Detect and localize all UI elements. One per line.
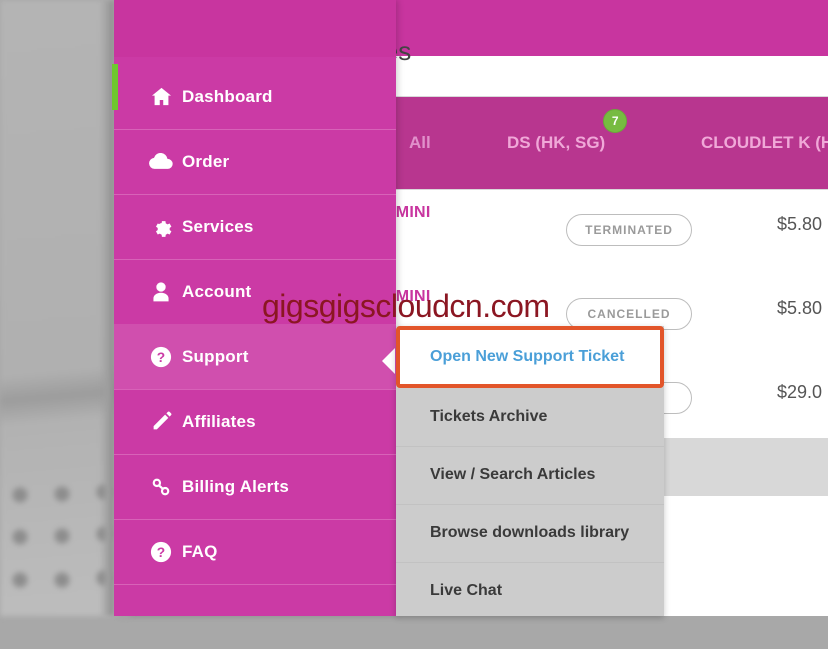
sidebar-item-support-label: Support: [182, 346, 249, 366]
sidebar-item-services-label: Services: [182, 216, 254, 236]
support-submenu-caret-icon: [382, 348, 395, 374]
sidebar-item-services[interactable]: Services: [114, 194, 396, 260]
menu-item-view-search-articles[interactable]: View / Search Articles: [396, 446, 664, 505]
tab-cloudlet-k-hk-pccw[interactable]: CLOUDLET K (HK PCCW) 3: [701, 133, 828, 153]
sidebar-header: [114, 0, 396, 57]
svg-text:?: ?: [157, 350, 165, 365]
user-icon: [140, 281, 182, 302]
sidebar-item-support[interactable]: ? Support: [114, 324, 396, 390]
help-icon: ?: [140, 346, 182, 368]
menu-item-browse-downloads-library[interactable]: Browse downloads library: [396, 504, 664, 563]
sidebar-item-dashboard[interactable]: Dashboard: [114, 64, 396, 130]
service-price: $29.0: [776, 382, 822, 402]
pencil-icon: [140, 411, 182, 432]
panel-placeholder-bottom: [640, 500, 828, 552]
cloud-icon: [140, 153, 182, 170]
home-icon: [140, 87, 182, 106]
panel-placeholder-top: [640, 438, 828, 496]
tab-cloudlet-k-label: CLOUDLET K (HK PCCW): [701, 133, 828, 152]
sidebar-item-faq-label: FAQ: [182, 541, 218, 561]
menu-item-tickets-archive[interactable]: Tickets Archive: [396, 388, 664, 447]
status-badge: TERMINATED: [566, 214, 692, 246]
menu-item-live-chat-label: Live Chat: [430, 582, 503, 599]
menu-item-tickets-archive-label: Tickets Archive: [430, 408, 548, 425]
sidebar-item-billing-alerts[interactable]: Billing Alerts: [114, 454, 396, 520]
sidebar-item-extra[interactable]: [114, 584, 396, 649]
svg-text:?: ?: [157, 545, 165, 560]
sidebar-item-affiliates-label: Affiliates: [182, 411, 256, 431]
sidebar-item-dashboard-label: Dashboard: [182, 86, 273, 106]
sidebar-item-account-label: Account: [182, 281, 252, 301]
sidebar-item-billing-alerts-label: Billing Alerts: [182, 476, 290, 496]
tab-all[interactable]: All: [409, 133, 431, 153]
sidebar-item-affiliates[interactable]: Affiliates: [114, 389, 396, 455]
menu-item-open-new-support-ticket[interactable]: Open New Support Ticket: [396, 326, 664, 388]
menu-item-view-search-articles-label: View / Search Articles: [430, 466, 596, 483]
help-icon: ?: [140, 541, 182, 563]
tab-all-label: All: [409, 133, 431, 152]
sidebar-item-order[interactable]: Order: [114, 129, 396, 195]
menu-item-browse-downloads-library-label: Browse downloads library: [430, 524, 630, 541]
watermark: gigsgigscloudcn.com: [262, 288, 550, 324]
service-price: $5.80: [776, 214, 822, 234]
tab-ds-hk-sg-label: DS (HK, SG): [507, 133, 606, 152]
link-icon: [140, 476, 182, 498]
tab-ds-hk-sg-badge: 7: [603, 109, 628, 133]
menu-item-open-new-support-ticket-label: Open New Support Ticket: [430, 348, 625, 365]
menu-item-live-chat[interactable]: Live Chat: [396, 562, 664, 620]
gear-icon: [140, 216, 182, 237]
sidebar-item-order-label: Order: [182, 151, 230, 171]
sidebar-item-faq[interactable]: ? FAQ: [114, 519, 396, 585]
tab-ds-hk-sg[interactable]: DS (HK, SG) 7: [507, 109, 628, 153]
support-dropdown-menu: Open New Support Ticket Tickets Archive …: [396, 326, 664, 616]
service-price: $5.80: [776, 298, 822, 318]
